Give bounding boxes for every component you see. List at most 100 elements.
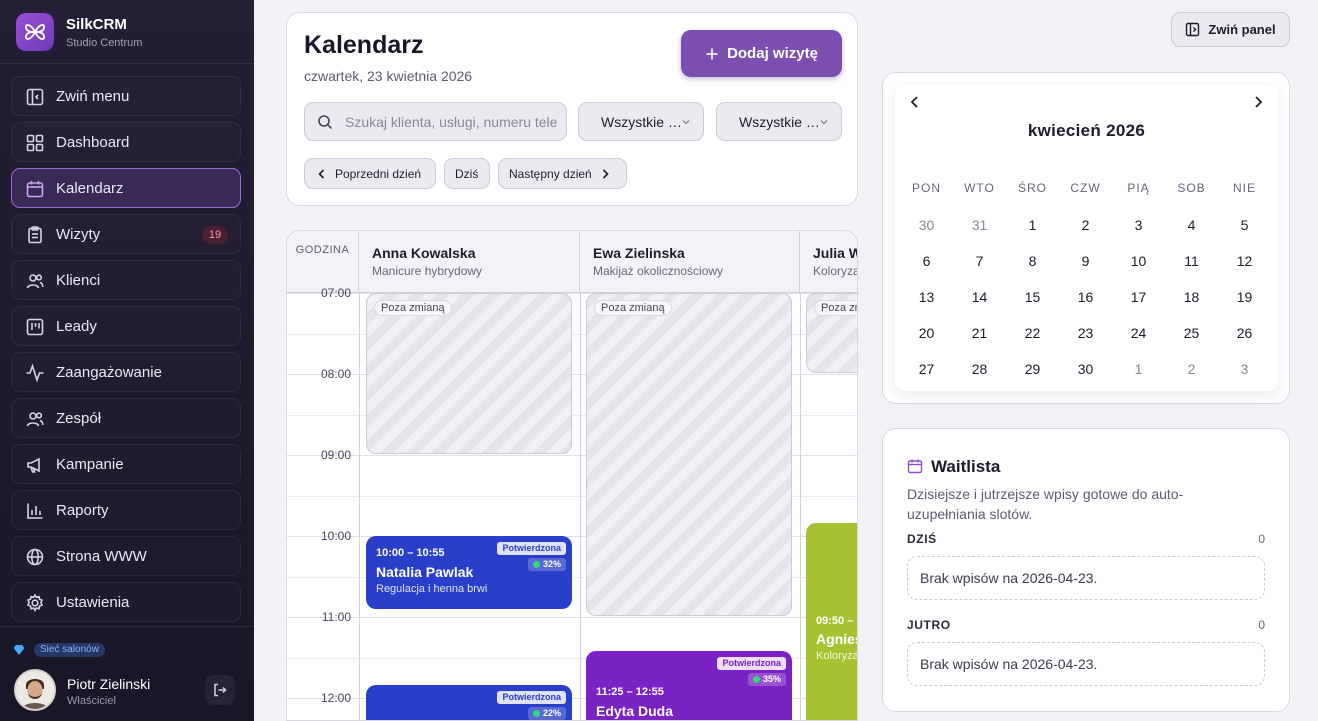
- day-schedule-grid: GODZINA Anna Kowalska Manicure hybrydowy…: [286, 230, 858, 721]
- mini-calendar: kwiecień 2026 PON WTO ŚRO CZW PIĄ SOB NIE 30 31 1…: [895, 85, 1278, 391]
- service-filter-select[interactable]: Wszystkie usługi: [716, 102, 842, 141]
- calendar-day[interactable]: 19: [1218, 279, 1271, 315]
- off-shift-label: Poza zmianą: [814, 300, 857, 316]
- calendar-day[interactable]: 14: [953, 279, 1006, 315]
- specialist-filter-select[interactable]: Wszystkie specjalistki: [578, 102, 704, 141]
- sidebar-item-leads[interactable]: Leady: [11, 306, 241, 346]
- calendar-day[interactable]: 10: [1112, 243, 1165, 279]
- add-appointment-button[interactable]: Dodaj wizytę: [681, 30, 842, 77]
- calendar-day[interactable]: 22: [1006, 315, 1059, 351]
- waitlist-today-empty: Brak wpisów na 2026-04-23.: [907, 556, 1265, 600]
- calendar-day[interactable]: 23: [1059, 315, 1112, 351]
- calendar-day-outside-month[interactable]: 2: [1165, 351, 1218, 387]
- appointment-card[interactable]: 09:50 – Agnies Koloryza: [806, 523, 857, 720]
- hour-column-header: GODZINA: [287, 231, 359, 293]
- grid-header: GODZINA Anna Kowalska Manicure hybrydowy…: [287, 231, 857, 293]
- off-shift-block: Poza zmianą: [806, 293, 857, 373]
- calendar-day[interactable]: 4: [1165, 207, 1218, 243]
- calendar-day[interactable]: 28: [953, 351, 1006, 387]
- waitlist-today-count: 0: [1258, 532, 1265, 546]
- calendar-day[interactable]: 5: [1218, 207, 1271, 243]
- staff-role: Manicure hybrydowy: [372, 264, 483, 278]
- sidebar-item-team[interactable]: Zespół: [11, 398, 241, 438]
- waitlist-tomorrow-count: 0: [1258, 618, 1265, 632]
- calendar-day[interactable]: 24: [1112, 315, 1165, 351]
- weekday-header: CZW: [1070, 181, 1101, 195]
- collapse-sidebar-icon: [26, 88, 44, 106]
- sidebar-item-website[interactable]: Strona WWW: [11, 536, 241, 576]
- sidebar-item-engagement[interactable]: Zaangażowanie: [11, 352, 241, 392]
- activity-icon: [26, 363, 44, 383]
- calendar-day[interactable]: 7: [953, 243, 1006, 279]
- calendar-day[interactable]: 8: [1006, 243, 1059, 279]
- calendar-day[interactable]: 12: [1218, 243, 1271, 279]
- calendar-day[interactable]: 6: [900, 243, 953, 279]
- next-day-button[interactable]: Następny dzień: [498, 158, 627, 189]
- sidebar-item-label: Wizyty: [56, 226, 101, 243]
- calendar-day[interactable]: 27: [900, 351, 953, 387]
- clipboard-icon: [28, 226, 42, 244]
- logout-button[interactable]: [205, 675, 235, 705]
- calendar-day[interactable]: 18: [1165, 279, 1218, 315]
- staff-name: Anna Kowalska: [372, 245, 476, 261]
- sidebar-item-collapse-menu[interactable]: Zwiń menu: [11, 76, 241, 116]
- calendar-day[interactable]: 15: [1006, 279, 1059, 315]
- calendar-day-outside-month[interactable]: 30: [900, 207, 953, 243]
- dashboard-icon: [26, 134, 44, 152]
- calendar-day[interactable]: 2: [1059, 207, 1112, 243]
- staff-column-header[interactable]: Julia W Koloryza: [800, 231, 857, 293]
- add-appointment-label: Dodaj wizytę: [727, 45, 818, 62]
- calendar-day[interactable]: 16: [1059, 279, 1112, 315]
- sidebar-item-dashboard[interactable]: Dashboard: [11, 122, 241, 162]
- sidebar-item-label: Dashboard: [56, 134, 130, 151]
- calendar-day[interactable]: 29: [1006, 351, 1059, 387]
- sidebar-item-clients[interactable]: Klienci: [11, 260, 241, 300]
- appointment-card[interactable]: Potwierdzona 32% 10:00 – 10:55 Natalia P…: [366, 536, 572, 609]
- calendar-day[interactable]: 26: [1218, 315, 1271, 351]
- calendar-day[interactable]: 9: [1059, 243, 1112, 279]
- network-badge: Sieć salonów: [34, 643, 105, 657]
- sidebar-item-calendar[interactable]: Kalendarz: [11, 168, 241, 208]
- staff-name: Ewa Zielinska: [593, 245, 685, 261]
- previous-day-button[interactable]: Poprzedni dzień: [304, 158, 436, 189]
- appointment-service: Regulacja i henna brwi: [376, 583, 488, 595]
- sidebar-item-label: Raporty: [56, 502, 109, 519]
- today-button[interactable]: Dziś: [444, 158, 490, 189]
- sidebar-item-campaigns[interactable]: Kampanie: [11, 444, 241, 484]
- sidebar-item-reports[interactable]: Raporty: [11, 490, 241, 530]
- bar-chart-icon: [27, 503, 43, 519]
- sidebar-footer: Sieć salonów Piotr Zielinski Właściciel: [0, 626, 254, 721]
- waitlist-card: Waitlista Dzisiejsze i jutrzejsze wpisy …: [882, 428, 1290, 712]
- calendar-day[interactable]: 30: [1059, 351, 1112, 387]
- staff-column-header[interactable]: Anna Kowalska Manicure hybrydowy: [359, 231, 580, 293]
- calendar-day[interactable]: 3: [1112, 207, 1165, 243]
- calendar-day[interactable]: 20: [900, 315, 953, 351]
- avatar[interactable]: [14, 669, 56, 711]
- calendar-day[interactable]: 13: [900, 279, 953, 315]
- calendar-day[interactable]: 21: [953, 315, 1006, 351]
- next-month-button[interactable]: [1250, 94, 1266, 110]
- calendar-day[interactable]: 11: [1165, 243, 1218, 279]
- calendar-day-outside-month[interactable]: 3: [1218, 351, 1271, 387]
- search-input[interactable]: [345, 103, 557, 140]
- calendar-day[interactable]: 17: [1112, 279, 1165, 315]
- search-box: [304, 102, 567, 141]
- calendar-day-outside-month[interactable]: 1: [1112, 351, 1165, 387]
- sidebar-item-appointments[interactable]: Wizyty 19: [11, 214, 241, 254]
- calendar-day-outside-month[interactable]: 31: [953, 207, 1006, 243]
- previous-month-button[interactable]: [907, 94, 923, 110]
- hour-label: 08:00: [320, 367, 351, 381]
- calendar-day[interactable]: 25: [1165, 315, 1218, 351]
- chevron-down-icon: [820, 120, 828, 125]
- appointment-card[interactable]: Potwierdzona 22%: [366, 685, 572, 720]
- brand-subtitle: Studio Centrum: [66, 37, 143, 49]
- appointment-time: 10:00 – 10:55: [376, 547, 445, 559]
- sidebar-item-label: Ustawienia: [56, 594, 130, 611]
- calendar-day[interactable]: 1: [1006, 207, 1059, 243]
- hour-label: 11:00: [321, 610, 351, 624]
- staff-column-header[interactable]: Ewa Zielinska Makijaż okolicznościowy: [580, 231, 800, 293]
- brand: SilkCRM Studio Centrum: [0, 0, 254, 64]
- appointment-card[interactable]: Potwierdzona 35% 11:25 – 12:55 Edyta Dud…: [586, 651, 792, 720]
- collapse-panel-button[interactable]: Zwiń panel: [1171, 12, 1290, 47]
- sidebar-item-settings[interactable]: Ustawienia: [11, 582, 241, 622]
